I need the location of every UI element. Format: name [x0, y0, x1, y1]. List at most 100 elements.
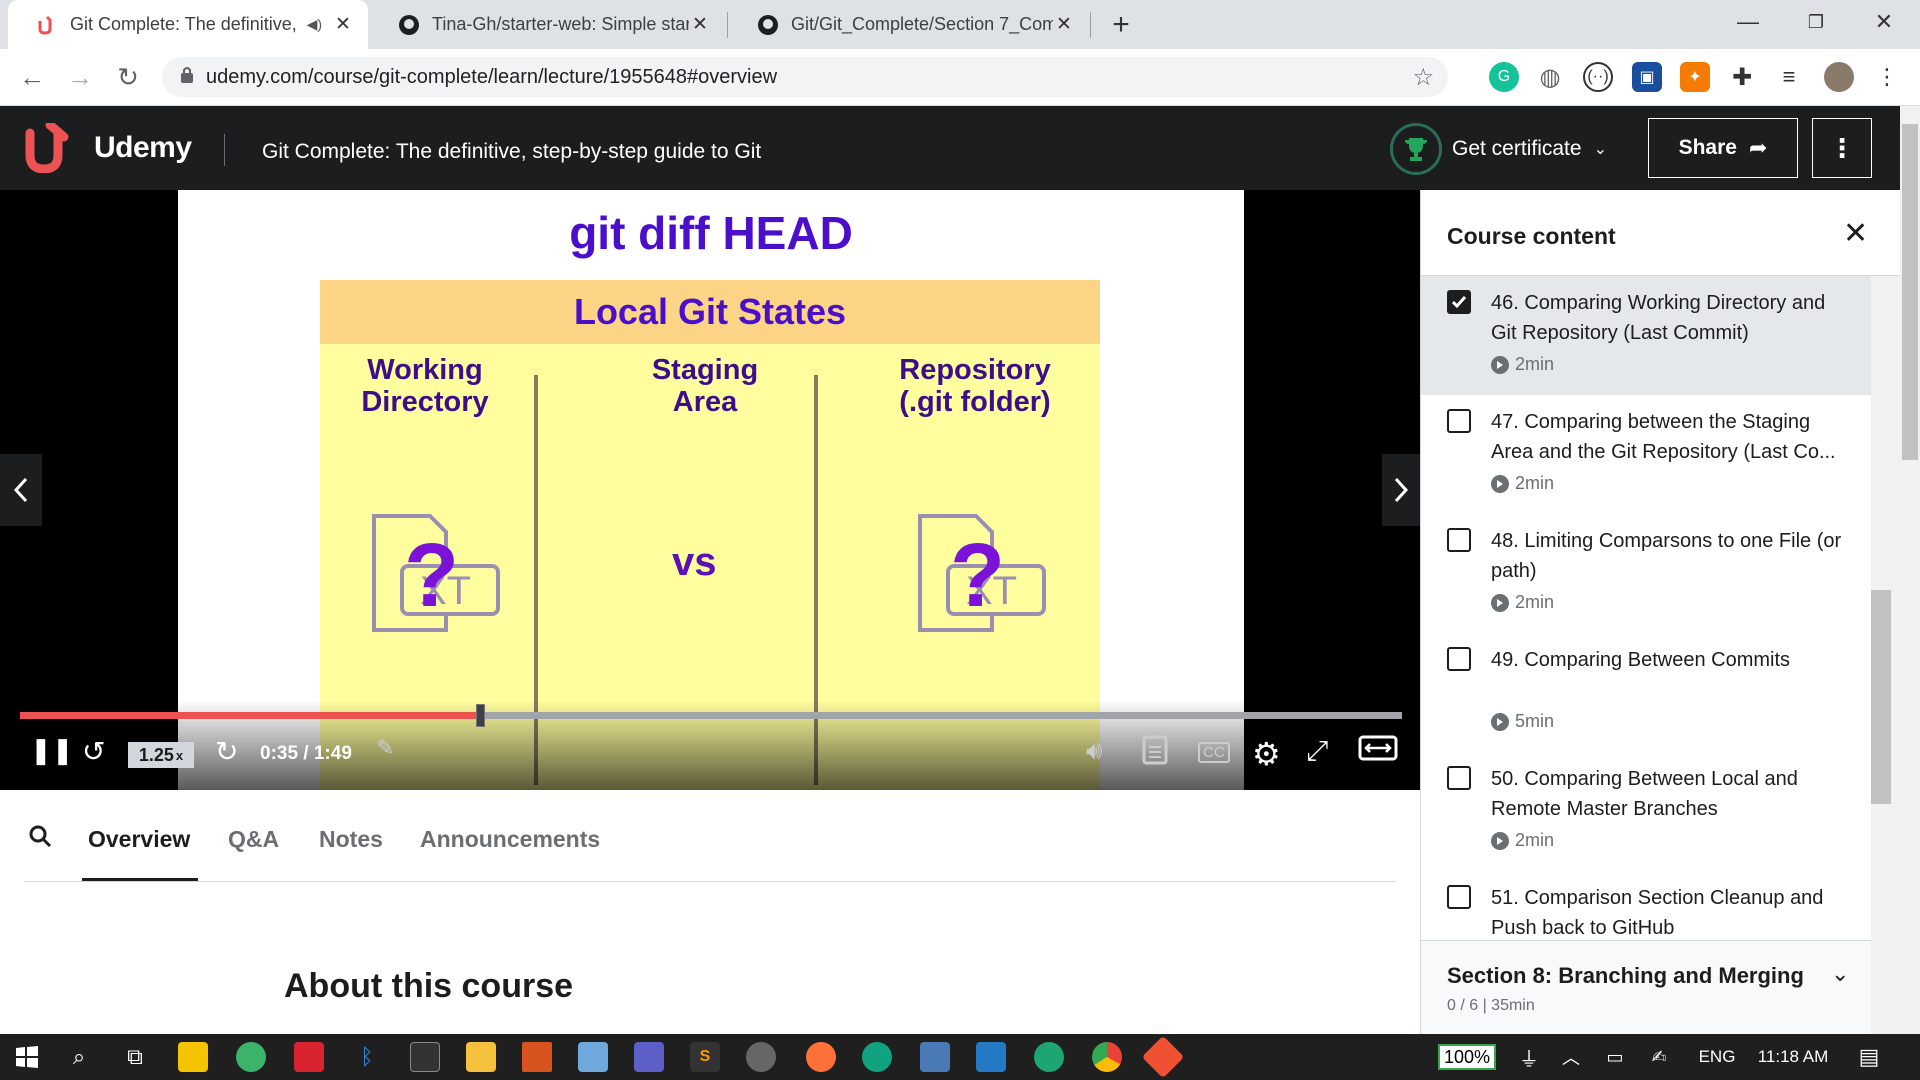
close-sidebar-icon[interactable]: ✕	[1843, 216, 1868, 251]
bluetooth-icon[interactable]: ᛒ	[352, 1042, 382, 1072]
page-scroll-thumb[interactable]	[1902, 124, 1918, 460]
settings-gear-icon[interactable]: ⚙	[1252, 735, 1281, 773]
playback-speed-button[interactable]: 1.25 x	[128, 742, 194, 768]
tab-udemy[interactable]: Git Complete: The definitive, ◀) ✕	[8, 0, 368, 49]
zoom-indicator[interactable]: 100%	[1438, 1044, 1496, 1070]
app-icon[interactable]	[578, 1042, 608, 1072]
clock[interactable]: 11:18 AM	[1748, 1042, 1838, 1072]
previous-lecture-button[interactable]	[0, 454, 42, 526]
file-explorer-icon[interactable]	[466, 1042, 496, 1072]
lecture-checkbox[interactable]	[1447, 647, 1471, 671]
tab-announcements[interactable]: Announcements	[420, 826, 600, 853]
orange-extension-icon[interactable]: ✦	[1680, 62, 1710, 92]
language-indicator[interactable]: ENG	[1692, 1042, 1742, 1072]
monitor-icon[interactable]: ▭	[1600, 1042, 1630, 1072]
next-lecture-button[interactable]	[1382, 454, 1420, 526]
course-title[interactable]: Git Complete: The definitive, step-by-st…	[262, 140, 761, 164]
close-tab-icon[interactable]: ✕	[1053, 13, 1075, 36]
sidebar-scroll-thumb[interactable]	[1871, 590, 1891, 804]
chatgpt-icon[interactable]	[862, 1042, 892, 1072]
github-icon	[398, 14, 420, 36]
lecture-item[interactable]: 50. Comparing Between Local and Remote M…	[1421, 752, 1871, 871]
mail-icon[interactable]	[294, 1042, 324, 1072]
section-8-header[interactable]: Section 8: Branching and Merging 0 / 6 |…	[1421, 940, 1871, 1034]
address-bar[interactable]: udemy.com/course/git-complete/learn/lect…	[162, 57, 1448, 97]
lecture-item[interactable]: 47. Comparing between the Staging Area a…	[1421, 395, 1871, 514]
app-icon[interactable]	[746, 1042, 776, 1072]
search-icon[interactable]: ⌕	[64, 1042, 94, 1072]
video-player[interactable]: git diff HEAD Local Git States Working D…	[0, 190, 1420, 790]
chrome-icon[interactable]	[1092, 1042, 1122, 1072]
tab-notes[interactable]: Notes	[319, 826, 383, 853]
tab-github-git[interactable]: Git/Git_Complete/Section 7_Com ✕	[729, 0, 1089, 49]
expand-width-icon[interactable]	[1358, 735, 1398, 761]
power-plug-icon[interactable]: ⏚	[1514, 1042, 1544, 1072]
forward-arrow-icon[interactable]: →	[62, 59, 98, 95]
lecture-title: 50. Comparing Between Local and Remote M…	[1491, 768, 1798, 820]
network-app-icon[interactable]	[920, 1042, 950, 1072]
tab-github-starter[interactable]: Tina-Gh/starter-web: Simple star ✕	[370, 0, 725, 49]
more-options-button[interactable]: ⋮	[1812, 118, 1872, 178]
matlab-icon[interactable]	[522, 1042, 552, 1072]
transcript-icon[interactable]	[1142, 735, 1168, 765]
share-label: Share	[1678, 136, 1737, 159]
lecture-item[interactable]: 49. Comparing Between Commits 5min	[1421, 633, 1871, 752]
udemy-logo[interactable]: Udemy	[22, 123, 192, 173]
speaker-icon[interactable]: ◀)	[307, 16, 322, 33]
globe-extension-icon[interactable]: ◍	[1535, 62, 1565, 92]
progress-bar[interactable]	[20, 704, 1402, 727]
grammarly-extension-icon[interactable]: G	[1489, 62, 1519, 92]
search-icon[interactable]	[28, 824, 52, 854]
fullscreen-icon[interactable]: ⤢	[1306, 735, 1328, 768]
close-tab-icon[interactable]: ✕	[689, 13, 711, 36]
puzzle-extension-icon[interactable]: ✚	[1727, 62, 1757, 92]
lecture-checkbox[interactable]	[1447, 766, 1471, 790]
close-window-button[interactable]: ✕	[1864, 4, 1904, 40]
minimize-button[interactable]: —	[1728, 4, 1768, 40]
rewind-icon[interactable]: ↺	[82, 735, 105, 768]
reload-icon[interactable]: ↻	[110, 59, 146, 95]
media-list-icon[interactable]: ≡	[1774, 62, 1804, 92]
windows-start-icon[interactable]	[12, 1042, 42, 1072]
task-view-icon[interactable]: ⧉	[120, 1042, 150, 1072]
lecture-checkbox[interactable]	[1447, 528, 1471, 552]
tab-qa[interactable]: Q&A	[228, 826, 279, 853]
lecture-checkbox[interactable]	[1447, 885, 1471, 909]
chevron-up-icon[interactable]: ︿	[1556, 1042, 1586, 1072]
git-icon[interactable]	[1141, 1035, 1185, 1079]
chrome-menu-icon[interactable]: ⋮	[1872, 62, 1902, 92]
volume-icon[interactable]: 🔊︎	[1086, 735, 1102, 767]
telegram-icon[interactable]	[236, 1042, 266, 1072]
get-certificate-button[interactable]: Get certificate ⌄	[1390, 123, 1607, 175]
pause-button[interactable]: ❚❚	[30, 735, 74, 766]
new-tab-button[interactable]: +	[1106, 8, 1136, 42]
back-arrow-icon[interactable]: ←	[14, 59, 50, 95]
sublime-icon[interactable]: S	[690, 1042, 720, 1072]
lecture-item[interactable]: 46. Comparing Working Directory and Git …	[1421, 276, 1871, 395]
close-tab-icon[interactable]: ✕	[332, 13, 354, 36]
lecture-checkbox[interactable]	[1447, 409, 1471, 433]
progress-handle[interactable]	[476, 704, 486, 727]
play-icon	[1491, 593, 1509, 612]
vscode-icon[interactable]	[976, 1042, 1006, 1072]
profile-avatar[interactable]	[1824, 62, 1854, 92]
lecture-item[interactable]: 48. Limiting Comparsons to one File (or …	[1421, 514, 1871, 633]
forward-icon[interactable]: ↻	[215, 735, 238, 768]
pen-icon[interactable]: ✍	[1644, 1042, 1674, 1072]
add-note-icon[interactable]: ✎	[376, 735, 394, 761]
teams-icon[interactable]	[634, 1042, 664, 1072]
notification-icon[interactable]: ▤	[1854, 1042, 1884, 1072]
lecture-duration: 2min	[1491, 830, 1554, 851]
share-button[interactable]: Share ➦	[1648, 118, 1798, 178]
tab-overview[interactable]: Overview	[88, 826, 190, 853]
firefox-icon[interactable]	[806, 1042, 836, 1072]
code-extension-icon[interactable]: (··)	[1583, 62, 1613, 92]
terminal-icon[interactable]	[410, 1042, 440, 1072]
lecture-checkbox[interactable]	[1447, 290, 1471, 314]
screen-extension-icon[interactable]: ▣	[1632, 62, 1662, 92]
bookmark-star-icon[interactable]: ☆	[1412, 63, 1434, 92]
restore-button[interactable]: ❐	[1796, 4, 1836, 40]
captions-button[interactable]: CC	[1198, 742, 1230, 763]
sticky-notes-icon[interactable]	[178, 1042, 208, 1072]
edge-icon[interactable]	[1034, 1042, 1064, 1072]
